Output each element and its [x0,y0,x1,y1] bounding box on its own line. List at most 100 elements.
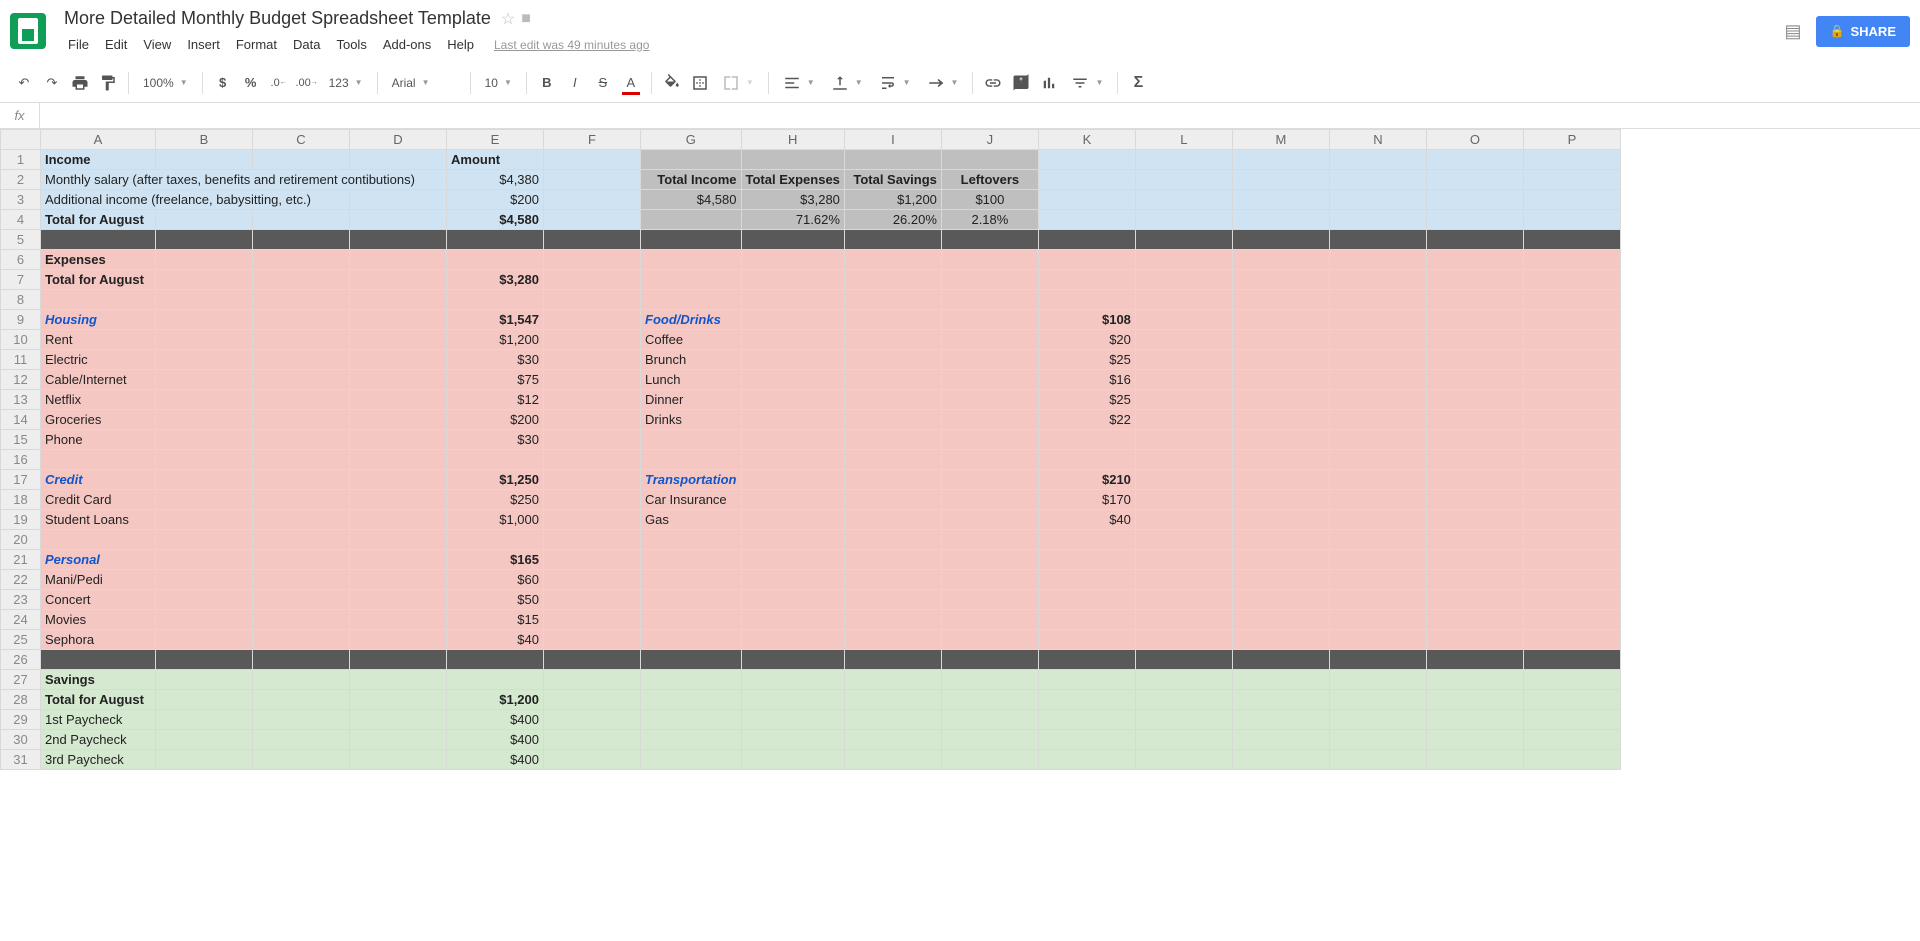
cell-L18[interactable] [1135,490,1232,510]
functions-button[interactable]: Σ [1124,69,1152,97]
cell-F6[interactable] [544,250,641,270]
italic-button[interactable]: I [561,69,589,97]
cell-A13[interactable]: Netflix [41,390,156,410]
cell-P16[interactable] [1523,450,1620,470]
cell-G17[interactable]: Transportation [641,470,742,490]
cell-B11[interactable] [156,350,253,370]
cell-D22[interactable] [350,570,447,590]
cell-M8[interactable] [1232,290,1329,310]
cell-H5[interactable] [741,230,844,250]
cell-C29[interactable] [253,710,350,730]
cell-E25[interactable]: $40 [447,630,544,650]
cell-L25[interactable] [1135,630,1232,650]
cell-D3[interactable] [350,190,447,210]
column-header-L[interactable]: L [1135,130,1232,150]
cell-B12[interactable] [156,370,253,390]
cell-F21[interactable] [544,550,641,570]
cell-J7[interactable] [941,270,1038,290]
cell-B5[interactable] [156,230,253,250]
cell-N6[interactable] [1329,250,1426,270]
cell-L19[interactable] [1135,510,1232,530]
cell-M3[interactable] [1232,190,1329,210]
cell-P19[interactable] [1523,510,1620,530]
insert-link-button[interactable] [979,69,1007,97]
cell-M17[interactable] [1232,470,1329,490]
row-header-16[interactable]: 16 [1,450,41,470]
cell-H8[interactable] [741,290,844,310]
cell-D20[interactable] [350,530,447,550]
cell-L1[interactable] [1135,150,1232,170]
cell-J20[interactable] [941,530,1038,550]
cell-N16[interactable] [1329,450,1426,470]
column-header-O[interactable]: O [1426,130,1523,150]
cell-G30[interactable] [641,730,742,750]
cell-N15[interactable] [1329,430,1426,450]
menu-tools[interactable]: Tools [328,33,374,56]
cell-F17[interactable] [544,470,641,490]
cell-H19[interactable] [741,510,844,530]
cell-F16[interactable] [544,450,641,470]
cell-H27[interactable] [741,670,844,690]
font-size-select[interactable]: 10▼ [477,69,520,97]
cell-F29[interactable] [544,710,641,730]
cell-I4[interactable]: 26.20% [844,210,941,230]
cell-C28[interactable] [253,690,350,710]
cell-D9[interactable] [350,310,447,330]
cell-C11[interactable] [253,350,350,370]
row-header-3[interactable]: 3 [1,190,41,210]
cell-L29[interactable] [1135,710,1232,730]
cell-J26[interactable] [941,650,1038,670]
cell-K10[interactable]: $20 [1038,330,1135,350]
cell-D30[interactable] [350,730,447,750]
cell-D26[interactable] [350,650,447,670]
cell-P5[interactable] [1523,230,1620,250]
cell-M18[interactable] [1232,490,1329,510]
cell-N1[interactable] [1329,150,1426,170]
cell-O3[interactable] [1426,190,1523,210]
cell-E15[interactable]: $30 [447,430,544,450]
cell-N12[interactable] [1329,370,1426,390]
cell-L7[interactable] [1135,270,1232,290]
cell-I5[interactable] [844,230,941,250]
cell-B26[interactable] [156,650,253,670]
cell-J3[interactable]: $100 [941,190,1038,210]
cell-J2[interactable]: Leftovers [941,170,1038,190]
cell-N14[interactable] [1329,410,1426,430]
insert-comment-button[interactable] [1007,69,1035,97]
cell-D8[interactable] [350,290,447,310]
cell-N9[interactable] [1329,310,1426,330]
merge-cells-button[interactable]: ▼ [714,69,762,97]
cell-P12[interactable] [1523,370,1620,390]
row-header-10[interactable]: 10 [1,330,41,350]
cell-O20[interactable] [1426,530,1523,550]
cell-P14[interactable] [1523,410,1620,430]
cell-K8[interactable] [1038,290,1135,310]
cell-J29[interactable] [941,710,1038,730]
cell-I19[interactable] [844,510,941,530]
cell-C4[interactable] [253,210,350,230]
cell-O9[interactable] [1426,310,1523,330]
cell-L12[interactable] [1135,370,1232,390]
cell-P2[interactable] [1523,170,1620,190]
cell-H23[interactable] [741,590,844,610]
cell-E4[interactable]: $4,580 [447,210,544,230]
cell-F25[interactable] [544,630,641,650]
cell-P30[interactable] [1523,730,1620,750]
cell-H18[interactable] [741,490,844,510]
menu-view[interactable]: View [135,33,179,56]
cell-L30[interactable] [1135,730,1232,750]
star-icon[interactable]: ☆ [501,9,515,29]
cell-I2[interactable]: Total Savings [844,170,941,190]
cell-F11[interactable] [544,350,641,370]
cell-E16[interactable] [447,450,544,470]
cell-L15[interactable] [1135,430,1232,450]
cell-C8[interactable] [253,290,350,310]
cell-H16[interactable] [741,450,844,470]
cell-A1[interactable]: Income [41,150,156,170]
cell-I30[interactable] [844,730,941,750]
cell-O19[interactable] [1426,510,1523,530]
cell-N4[interactable] [1329,210,1426,230]
cell-B23[interactable] [156,590,253,610]
cell-H29[interactable] [741,710,844,730]
cell-B31[interactable] [156,750,253,770]
